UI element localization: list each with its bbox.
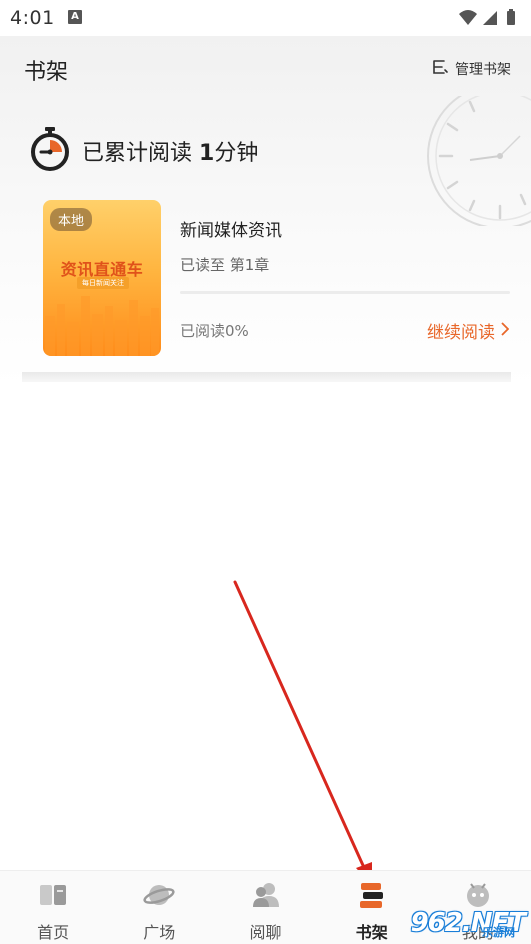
manage-bookshelf-button[interactable]: 管理书架 (431, 58, 511, 80)
tab-bookshelf[interactable]: 书架 (319, 871, 425, 944)
tab-plaza[interactable]: 广场 (106, 871, 212, 944)
book-card[interactable]: 本地 资讯直通车 每日新闻关注 新闻媒体资讯 已读至 第1章 已阅读0% 继续阅… (22, 188, 511, 382)
watermark-subtext: 乐游网 (482, 926, 515, 939)
signal-icon (483, 11, 497, 25)
reading-time-summary: 已累计阅读 1分钟 (28, 126, 258, 176)
planet-icon (143, 881, 175, 909)
manage-bookshelf-label: 管理书架 (455, 62, 511, 78)
tab-chat-label: 阅聊 (249, 923, 282, 942)
cover-skyline-image (45, 296, 159, 356)
bookshelf-icon (357, 881, 387, 909)
reading-time-prefix: 已累计阅读 (82, 141, 199, 166)
read-percent-text: 已阅读0% (180, 322, 249, 340)
book-cover[interactable]: 本地 资讯直通车 每日新闻关注 (43, 200, 161, 356)
manage-list-icon (431, 58, 449, 80)
continue-reading-button[interactable]: 继续阅读 (427, 318, 510, 343)
reading-time-text: 已累计阅读 1分钟 (82, 135, 258, 167)
status-bar: 4:01 A (0, 0, 531, 36)
book-icon (38, 881, 68, 909)
site-watermark-logo: 962.NET 乐游网 (411, 908, 526, 939)
robot-icon (463, 881, 493, 909)
read-chapter-text: 已读至 第1章 (180, 256, 270, 274)
cover-subtitle: 每日新闻关注 (77, 277, 129, 289)
status-time: 4:01 (10, 7, 55, 29)
users-icon (250, 881, 282, 909)
notification-icon: A (68, 10, 82, 24)
card-bottom-shadow (22, 372, 511, 382)
page-title: 书架 (24, 60, 69, 85)
divider (180, 291, 510, 294)
reading-time-unit: 分钟 (214, 141, 259, 166)
battery-icon (507, 9, 515, 25)
wifi-icon (459, 10, 477, 25)
local-tag: 本地 (50, 208, 93, 231)
tab-bookshelf-label: 书架 (355, 923, 388, 942)
reading-time-amount: 1 (199, 141, 215, 166)
tab-chat[interactable]: 阅聊 (212, 871, 318, 944)
tab-home-label: 首页 (37, 923, 70, 942)
continue-reading-label: 继续阅读 (427, 323, 495, 343)
tab-home[interactable]: 首页 (0, 871, 106, 944)
book-name[interactable]: 新闻媒体资讯 (180, 216, 282, 241)
chevron-right-icon (501, 321, 510, 340)
status-icons (457, 8, 521, 32)
stopwatch-icon (28, 126, 72, 176)
tab-plaza-label: 广场 (143, 923, 176, 942)
